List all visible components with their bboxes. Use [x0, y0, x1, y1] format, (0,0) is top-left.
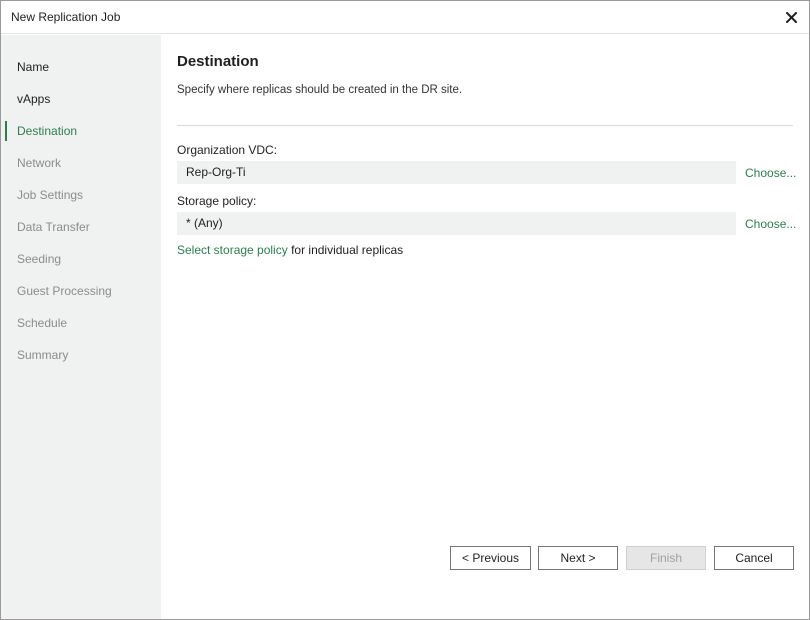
choose-storage-policy-link[interactable]: Choose...: [745, 217, 796, 231]
select-storage-policy-link[interactable]: Select storage policy: [177, 243, 288, 257]
step-destination[interactable]: Destination: [1, 120, 161, 142]
step-name[interactable]: Name: [1, 56, 161, 78]
previous-button[interactable]: < Previous: [450, 546, 531, 570]
org-vdc-label: Organization VDC:: [177, 143, 278, 157]
window-title: New Replication Job: [11, 10, 121, 24]
step-network: Network: [17, 156, 62, 170]
storage-policy-hint-text: for individual replicas: [287, 243, 404, 257]
org-vdc-field: Rep-Org-Ti: [177, 161, 736, 184]
step-schedule: Schedule: [17, 316, 68, 330]
destination-page: Destination Specify where replicas shoul…: [177, 35, 797, 619]
header-divider: [177, 125, 793, 126]
step-job-settings: Job Settings: [17, 188, 84, 202]
step-summary: Summary: [17, 348, 69, 362]
storage-policy-label: Storage policy:: [177, 194, 257, 208]
step-data-transfer: Data Transfer: [17, 220, 90, 234]
next-button[interactable]: Next >: [538, 546, 618, 570]
finish-button: Finish: [626, 546, 706, 570]
page-description: Specify where replicas should be created…: [177, 84, 463, 96]
wizard-steps-sidebar: Name vApps Destination Network Job Setti…: [1, 35, 161, 619]
step-vapps[interactable]: vApps: [1, 88, 161, 110]
replication-job-dialog: New Replication Job Name vApps Destinati…: [0, 0, 810, 620]
storage-policy-hint: Select storage policy for individual rep…: [177, 243, 403, 257]
storage-policy-field: * (Any): [177, 212, 736, 235]
choose-org-vdc-link[interactable]: Choose...: [745, 166, 796, 180]
close-icon: [785, 11, 797, 23]
close-button[interactable]: [781, 7, 801, 27]
title-bar: New Replication Job: [1, 1, 809, 34]
cancel-button[interactable]: Cancel: [714, 546, 794, 570]
step-seeding: Seeding: [17, 252, 62, 266]
page-title: Destination: [177, 53, 259, 70]
step-guest-processing: Guest Processing: [17, 284, 112, 298]
